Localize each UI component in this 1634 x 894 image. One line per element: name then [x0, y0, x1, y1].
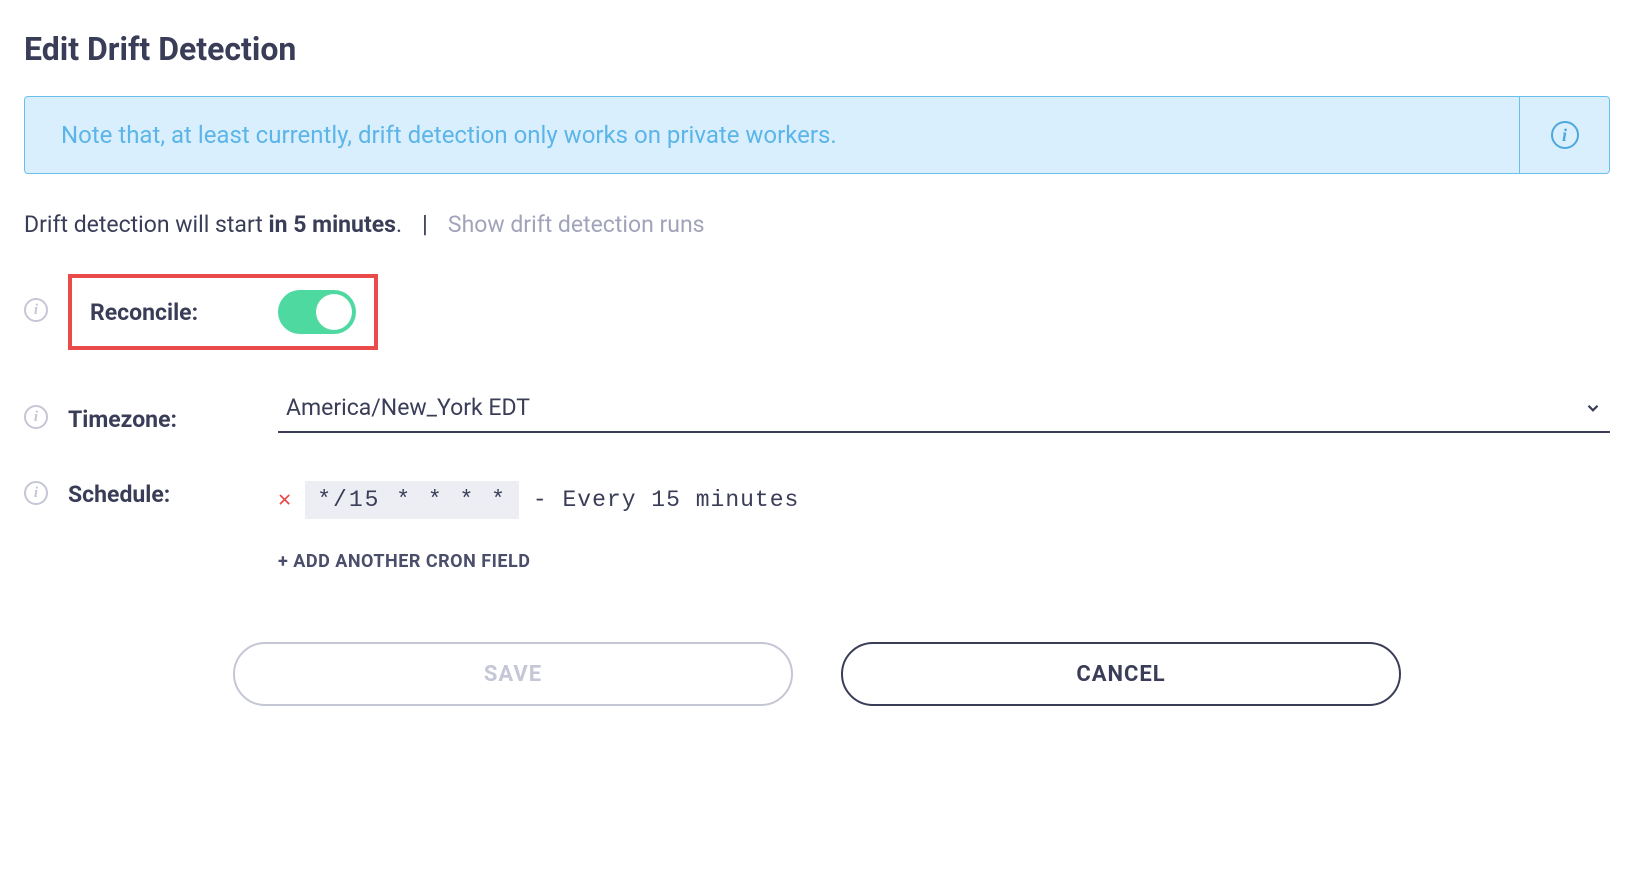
button-row: SAVE CANCEL — [24, 642, 1610, 706]
status-prefix: Drift detection will start — [24, 211, 269, 238]
vertical-divider: | — [422, 210, 428, 238]
schedule-info-icon[interactable]: i — [24, 481, 52, 509]
cron-expression[interactable]: */15 * * * * — [305, 481, 519, 519]
status-row: Drift detection will start in 5 minutes.… — [24, 210, 1610, 238]
timezone-select[interactable]: America/New_York EDT — [278, 386, 1610, 433]
chevron-down-icon — [1584, 399, 1602, 417]
info-banner: Note that, at least currently, drift det… — [24, 96, 1610, 174]
reconcile-label: Reconcile: — [90, 299, 198, 326]
show-drift-runs-link[interactable]: Show drift detection runs — [448, 211, 705, 238]
cron-line: ✕ */15 * * * * - Every 15 minutes — [278, 481, 1610, 519]
timezone-info-icon[interactable]: i — [24, 405, 52, 433]
schedule-row: i Schedule: ✕ */15 * * * * - Every 15 mi… — [24, 481, 1610, 572]
reconcile-toggle[interactable] — [278, 290, 356, 334]
toggle-knob — [316, 294, 352, 330]
status-text: Drift detection will start in 5 minutes. — [24, 211, 402, 238]
schedule-content: ✕ */15 * * * * - Every 15 minutes + ADD … — [278, 481, 1610, 572]
timezone-value: America/New_York EDT — [286, 394, 530, 421]
add-cron-field-button[interactable]: + ADD ANOTHER CRON FIELD — [278, 551, 1610, 572]
page-title: Edit Drift Detection — [24, 30, 1610, 68]
save-button[interactable]: SAVE — [233, 642, 793, 706]
cron-description: - Every 15 minutes — [533, 487, 799, 513]
cancel-button[interactable]: CANCEL — [841, 642, 1401, 706]
info-banner-text: Note that, at least currently, drift det… — [25, 97, 1519, 173]
schedule-label: Schedule: — [68, 481, 278, 508]
status-suffix: . — [396, 211, 402, 238]
status-bold: in 5 minutes — [269, 211, 396, 238]
timezone-label: Timezone: — [68, 406, 278, 433]
info-banner-icon-wrap: i — [1519, 97, 1609, 173]
reconcile-info-icon[interactable]: i — [24, 298, 52, 326]
remove-cron-button[interactable]: ✕ — [278, 487, 291, 513]
info-icon: i — [1551, 121, 1579, 149]
reconcile-highlight-box: Reconcile: — [68, 274, 378, 350]
reconcile-row: i Reconcile: — [24, 274, 1610, 350]
timezone-row: i Timezone: America/New_York EDT — [24, 386, 1610, 433]
